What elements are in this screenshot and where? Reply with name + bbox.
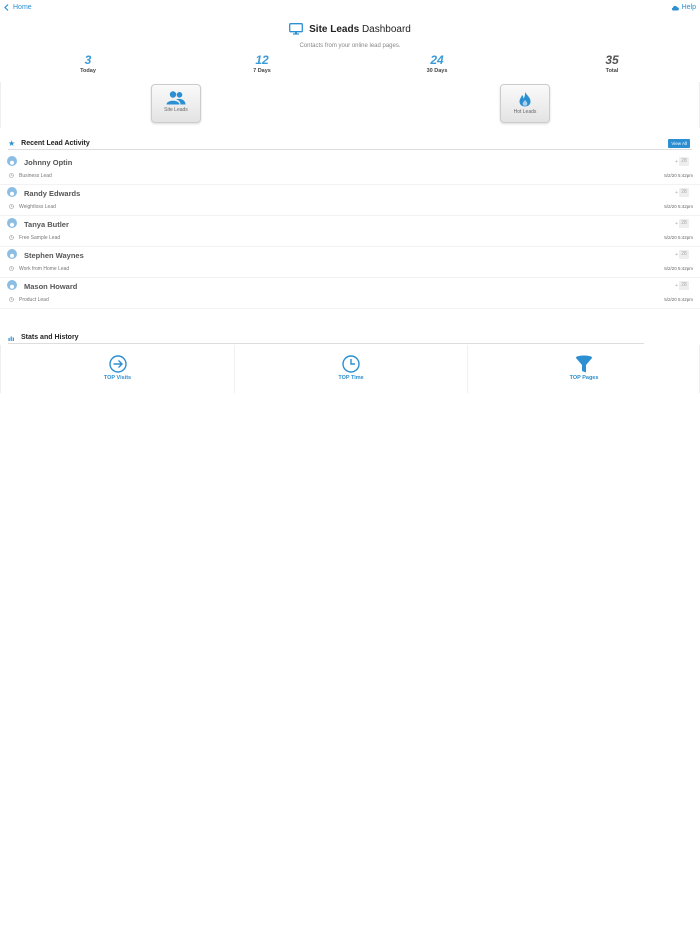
avatar: [7, 156, 17, 166]
avatar: [7, 280, 17, 290]
lead-list: Johnny Optin Business Lead + 28 5/2/20 5…: [0, 154, 700, 309]
list-item[interactable]: Mason Howard Product Lead + 28 5/2/20 5:…: [0, 278, 700, 309]
title-rest: Dashboard: [361, 23, 411, 35]
lead-counters: 3 Today 12 7 Days 24 30 Days 35 Total: [0, 54, 700, 76]
stat-label: Today: [80, 68, 96, 74]
star-icon: ★: [8, 138, 16, 148]
hot-leads-label: Hot Leads: [513, 109, 537, 115]
count-badge: 28: [679, 157, 689, 166]
monitor-icon: [289, 23, 304, 35]
plus-icon: +: [675, 159, 678, 165]
stat-30-days: 24 30 Days: [397, 53, 477, 75]
lead-type: Product Lead: [19, 297, 49, 303]
lead-name: Johnny Optin: [24, 158, 73, 167]
chevron-left-icon: [4, 4, 9, 11]
list-item[interactable]: Stephen Waynes Work from Home Lead + 28 …: [0, 247, 700, 278]
avatar: [7, 187, 17, 197]
lead-timestamp: 5/2/20 5:42pm: [664, 235, 693, 240]
lead-tiles: Site Leads Hot Leads: [0, 82, 700, 128]
lead-type: Free Sample Lead: [19, 235, 61, 241]
lead-timestamp: 5/2/20 5:42pm: [664, 173, 693, 178]
top-visits-button[interactable]: TOP Visits: [1, 345, 234, 393]
top-time-button[interactable]: TOP Time: [234, 345, 467, 393]
stat-7-days: 12 7 Days: [222, 53, 302, 75]
lead-name: Mason Howard: [24, 282, 78, 291]
funnel-icon: [576, 355, 592, 373]
flame-icon: [519, 91, 531, 107]
lead-name: Randy Edwards: [24, 189, 81, 198]
avatar: [7, 249, 17, 259]
users-icon: [166, 91, 186, 105]
recent-activity-header: ★ Recent Lead Activity View All: [8, 138, 692, 150]
clock-icon: [9, 173, 14, 178]
lead-type: Work from Home Lead: [19, 266, 70, 272]
lead-timestamp: 5/2/20 5:42pm: [664, 297, 693, 302]
clock-icon: [9, 235, 14, 240]
top-visits-label: TOP Visits: [103, 375, 132, 381]
section-title: Recent Lead Activity: [21, 140, 90, 147]
nav-bar: Home Help: [0, 0, 700, 18]
stat-value: 12: [255, 53, 269, 67]
clock-icon: [342, 355, 360, 373]
page-title: Site Leads Dashboard: [289, 23, 411, 35]
stats-history-header: Stats and History: [8, 332, 644, 344]
lead-name: Stephen Waynes: [24, 251, 84, 260]
lead-timestamp: 5/2/20 5:42pm: [664, 204, 693, 209]
cloud-icon: [671, 5, 679, 10]
help-button[interactable]: Help: [671, 4, 696, 11]
top-pages-label: TOP Pages: [569, 375, 599, 381]
top-time-label: TOP Time: [338, 375, 364, 381]
stat-value: 24: [430, 53, 444, 67]
list-item[interactable]: Randy Edwards Weightloss Lead + 28 5/2/2…: [0, 185, 700, 216]
top-pages-button[interactable]: TOP Pages: [467, 345, 700, 393]
stat-label: 30 Days: [426, 68, 448, 74]
stats-history-grid: TOP Visits TOP Time TOP Pages: [0, 345, 700, 393]
clock-icon: [9, 204, 14, 209]
stat-label: Total: [605, 68, 619, 74]
plus-icon: +: [675, 190, 678, 196]
lead-type: Business Lead: [19, 173, 52, 179]
clock-icon: [9, 266, 14, 271]
count-badge: 28: [679, 250, 689, 259]
plus-icon: +: [675, 283, 678, 289]
site-leads-button[interactable]: Site Leads: [151, 84, 201, 123]
lead-name: Tanya Butler: [24, 220, 69, 229]
home-back-label: Home: [13, 4, 32, 11]
arrow-circle-icon: [108, 355, 127, 373]
dashboard-header: Site Leads Dashboard Contacts from your …: [0, 22, 700, 49]
lead-timestamp: 5/2/20 5:42pm: [664, 266, 693, 271]
plus-icon: +: [675, 252, 678, 258]
stat-label: 7 Days: [253, 68, 271, 74]
stat-today: 3 Today: [48, 53, 128, 75]
avatar: [7, 218, 17, 228]
stat-value: 3: [84, 53, 92, 67]
count-badge: 28: [679, 188, 689, 197]
stat-total: 35 Total: [572, 53, 652, 75]
section-title: Stats and History: [21, 334, 79, 341]
title-bold: Site Leads: [309, 23, 360, 35]
view-all-button[interactable]: View All: [668, 139, 690, 148]
plus-icon: +: [675, 221, 678, 227]
clock-icon: [9, 297, 14, 302]
lead-type: Weightloss Lead: [19, 204, 56, 210]
help-label: Help: [681, 4, 696, 11]
count-badge: 28: [679, 281, 689, 290]
site-leads-label: Site Leads: [164, 107, 188, 113]
page-subtitle: Contacts from your online lead pages.: [299, 43, 401, 49]
list-item[interactable]: Tanya Butler Free Sample Lead + 28 5/2/2…: [0, 216, 700, 247]
list-item[interactable]: Johnny Optin Business Lead + 28 5/2/20 5…: [0, 154, 700, 185]
chart-icon: [8, 336, 14, 341]
home-back-button[interactable]: Home: [4, 4, 32, 11]
count-badge: 28: [679, 219, 689, 228]
hot-leads-button[interactable]: Hot Leads: [500, 84, 550, 123]
stat-value: 35: [605, 53, 619, 67]
